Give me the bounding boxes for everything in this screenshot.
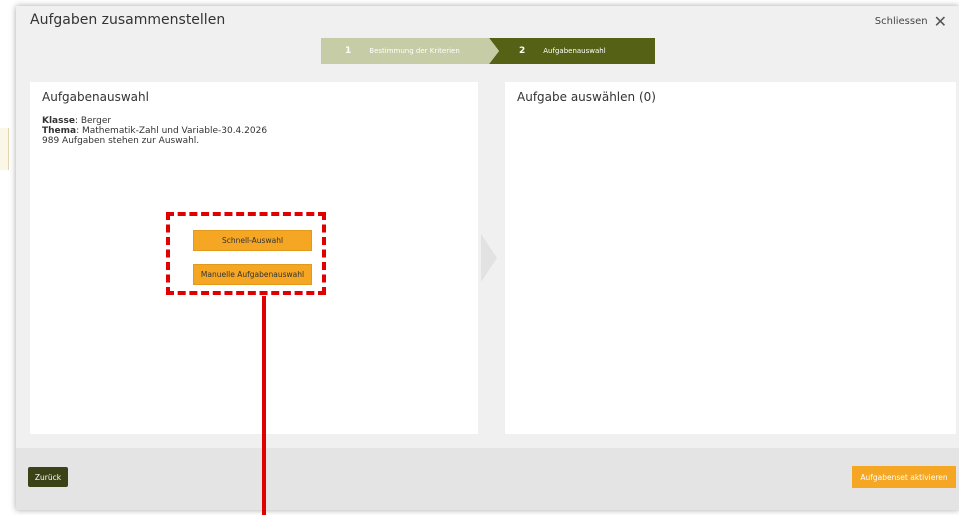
task-dialog: Aufgaben zusammenstellen Schliessen ✕ 1 … [16,6,959,510]
panel-title: Aufgabe auswählen (0) [517,90,656,104]
chevron-right-icon [481,234,497,282]
thema-value: : Mathematik-Zahl und Variable-30.4.2026 [76,126,268,136]
step-label: Aufgabenauswahl [543,47,606,55]
selected-tasks-panel: Aufgabe auswählen (0) [505,82,956,434]
background-page [0,0,16,515]
step-number: 2 [519,46,526,56]
dialog-footer: Zurück Aufgabenset aktivieren [16,448,959,510]
klasse-value: : Berger [74,116,112,126]
annotation-highlight-box [166,212,326,295]
close-icon: ✕ [933,11,947,31]
task-count-text: 989 Aufgaben stehen zur Auswahl. [42,136,200,146]
step-criteria[interactable]: 1 Bestimmung der Kriterien [321,38,499,64]
dialog-title: Aufgaben zusammenstellen [30,12,226,28]
background-element [0,128,9,170]
close-button[interactable]: Schliessen ✕ [874,11,947,31]
thema-label: Thema [42,126,77,136]
close-label: Schliessen [874,16,928,27]
annotation-pointer-line [262,296,266,515]
back-button[interactable]: Zurück [28,467,68,487]
step-number: 1 [345,46,352,56]
step-task-selection: 2 Aufgabenauswahl [489,38,655,64]
stepper: 1 Bestimmung der Kriterien 2 Aufgabenaus… [321,38,655,64]
activate-taskset-button[interactable]: Aufgabenset aktivieren [852,466,956,488]
step-label: Bestimmung der Kriterien [369,47,460,55]
selection-info: Klasse: Berger Thema: Mathematik-Zahl un… [42,116,267,146]
klasse-label: Klasse [42,116,75,126]
panel-title: Aufgabenauswahl [42,90,149,104]
